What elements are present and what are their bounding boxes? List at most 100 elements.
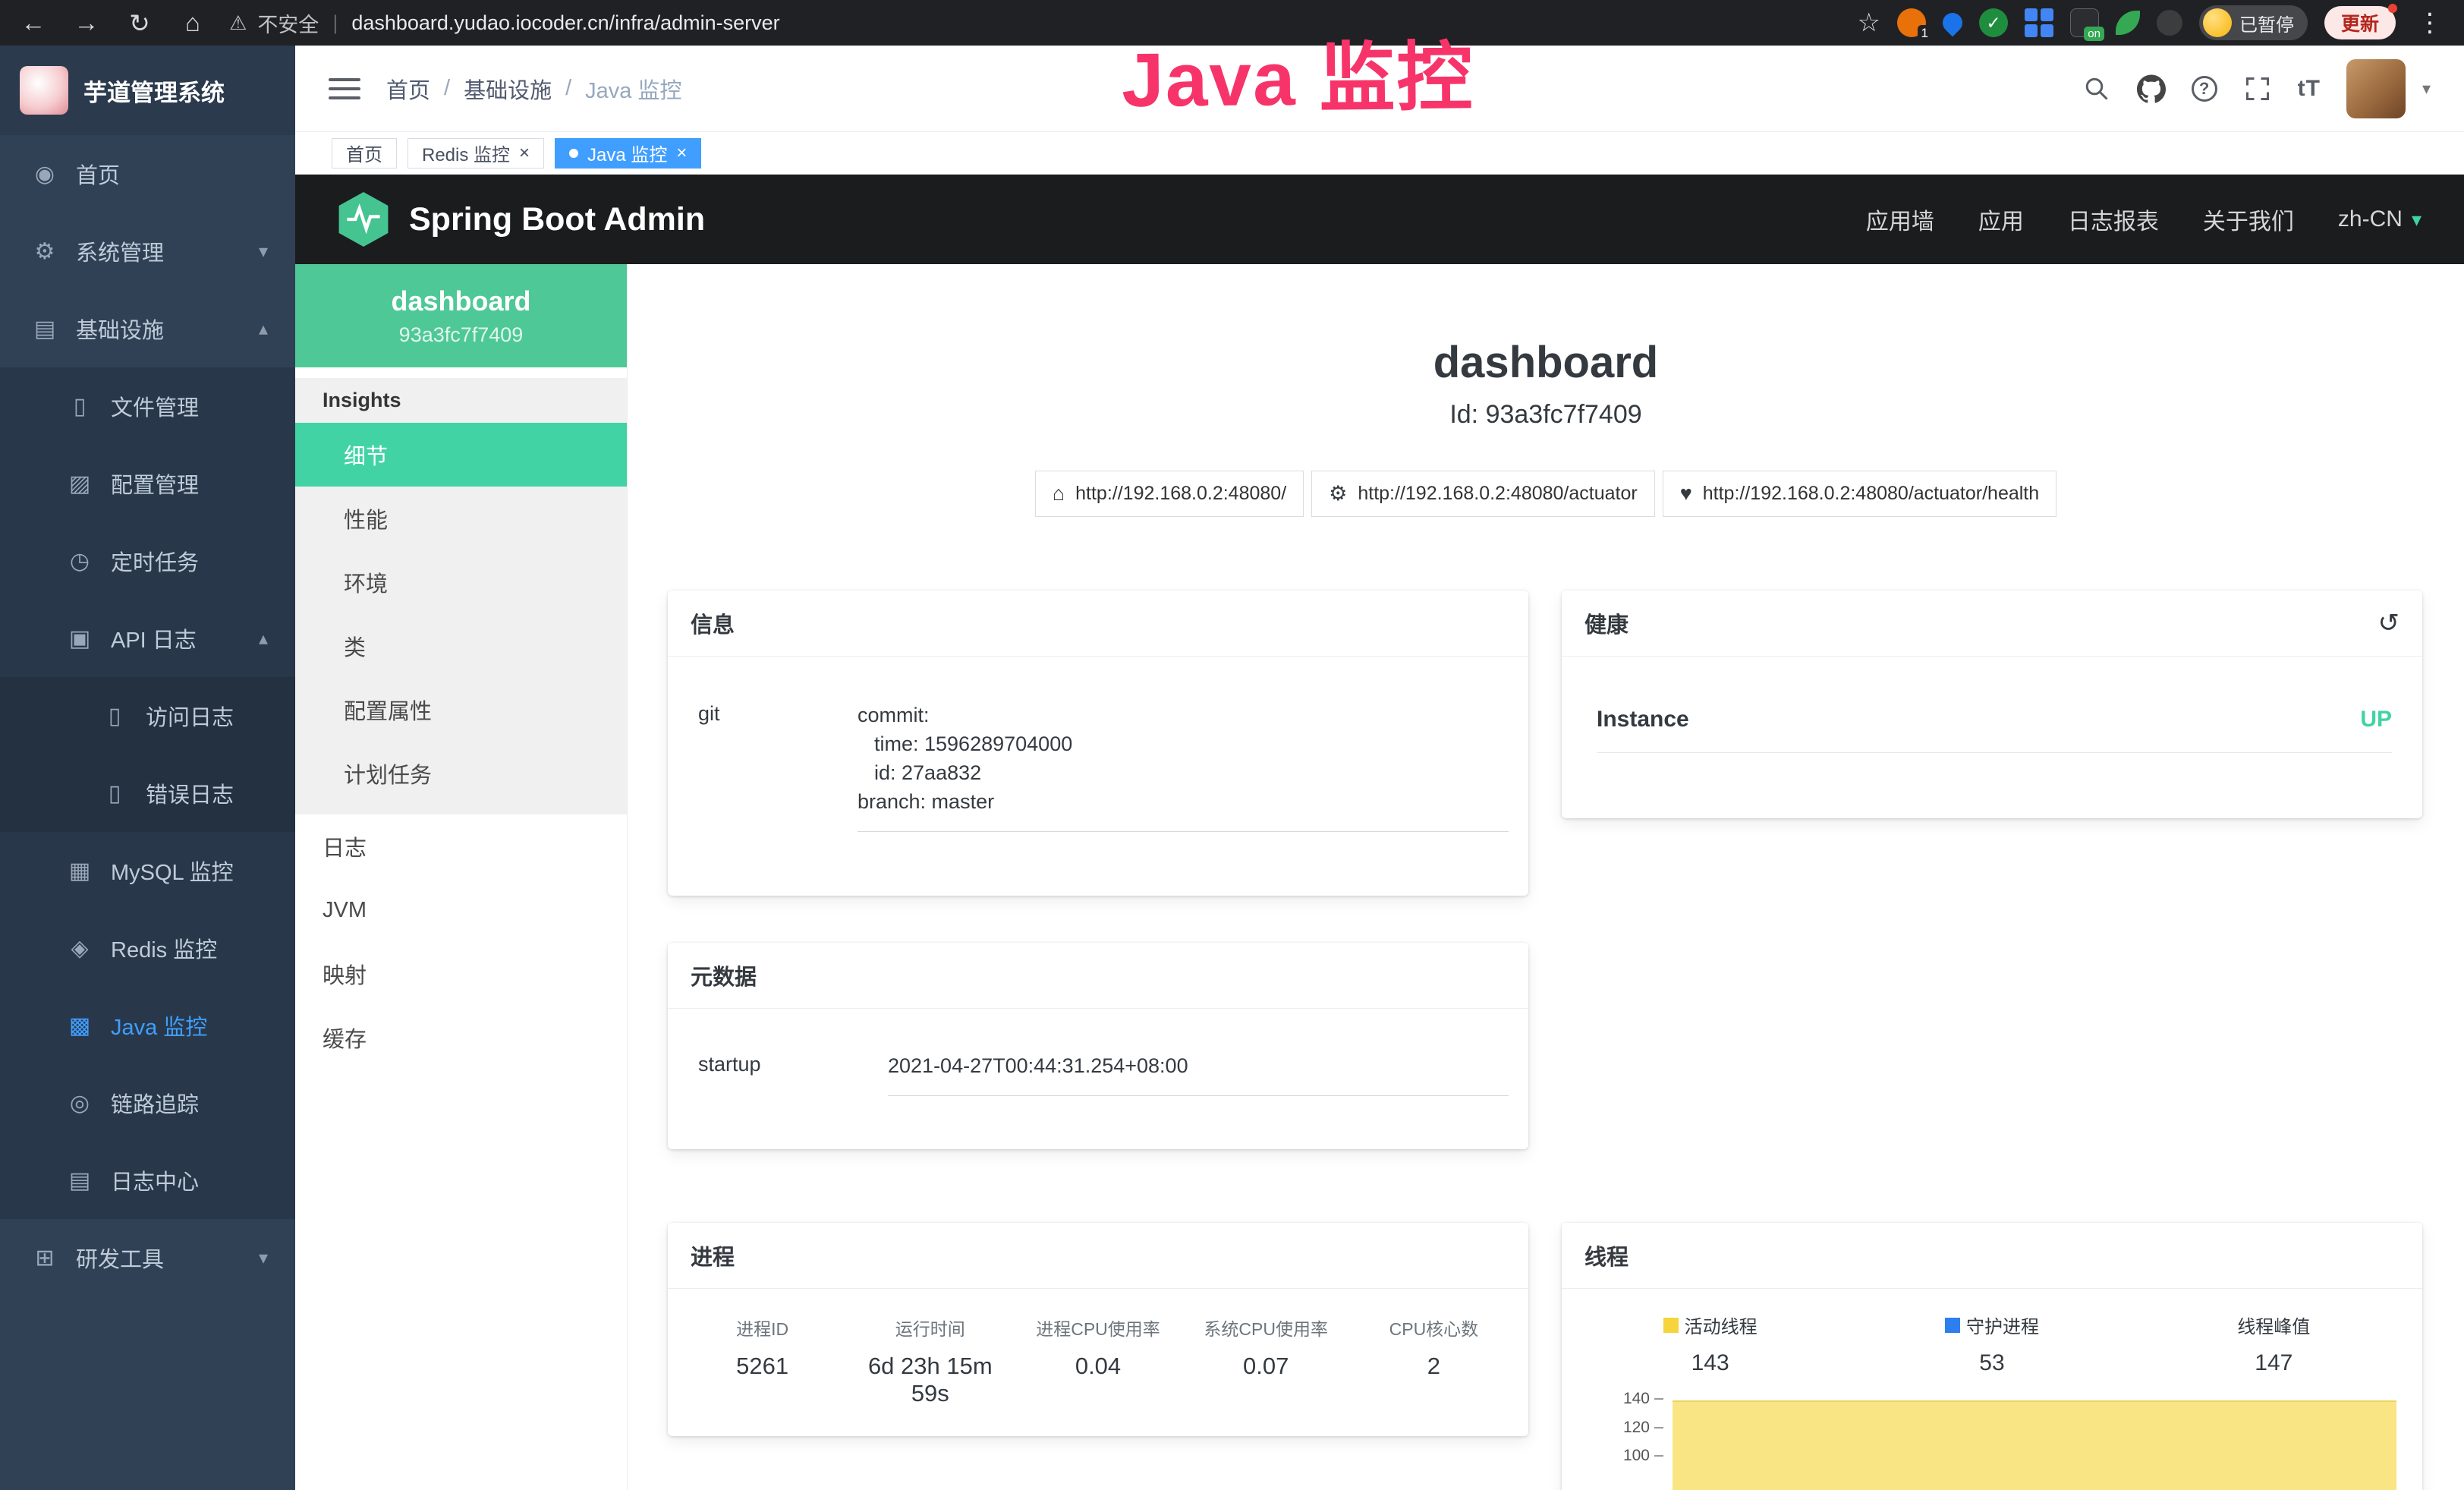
sidebar-item-access-log[interactable]: ▯ 访问日志 [0, 677, 295, 754]
health-url-link[interactable]: ♥ http://192.168.0.2:48080/actuator/heal… [1663, 471, 2056, 517]
refresh-icon[interactable]: ↻ [123, 8, 156, 38]
sba-nav-applications[interactable]: 应用 [1978, 203, 2024, 236]
sba-menu-caches[interactable]: 缓存 [295, 1006, 627, 1069]
log-icon: ▣ [65, 625, 94, 652]
sidebar-item-label: 配置管理 [111, 468, 199, 499]
tags-bar: 首页 Redis 监控 × Java 监控 × [295, 132, 2464, 175]
sidebar-item-api-log[interactable]: ▣ API 日志 ▴ [0, 600, 295, 677]
sidebar-item-trace[interactable]: ◎ 链路追踪 [0, 1064, 295, 1142]
sidebar-item-label: 文件管理 [111, 390, 199, 422]
sba-nav-wallboard[interactable]: 应用墙 [1866, 203, 1934, 236]
update-button[interactable]: 更新 [2324, 6, 2396, 39]
url-text[interactable]: dashboard.yudao.iocoder.cn/infra/admin-s… [351, 11, 779, 35]
sidebar-item-mysql[interactable]: ▦ MySQL 监控 [0, 832, 295, 909]
help-icon[interactable]: ? [2192, 76, 2217, 102]
leaf-extension-icon[interactable] [2116, 11, 2140, 35]
sidebar-item-label: 研发工具 [76, 1242, 164, 1274]
sidebar-item-files[interactable]: ▯ 文件管理 [0, 367, 295, 445]
home-icon: ⌂ [1053, 482, 1065, 506]
pin-extension-icon[interactable] [1939, 9, 1967, 37]
instance-id-subtitle: Id: 93a3fc7f7409 [628, 400, 2464, 430]
sidebar-item-config[interactable]: ▨ 配置管理 [0, 445, 295, 522]
hamburger-icon[interactable] [329, 78, 360, 99]
green-check-extension-icon[interactable]: ✓ [1979, 8, 2008, 37]
sidebar-item-label: API 日志 [111, 622, 197, 654]
search-icon[interactable] [2082, 74, 2111, 103]
breadcrumb-separator: / [565, 76, 571, 101]
home-icon[interactable]: ⌂ [176, 8, 209, 37]
sba-menu-classes[interactable]: 类 [295, 614, 627, 678]
caret-down-icon[interactable]: ▾ [2422, 79, 2431, 99]
history-icon[interactable]: ↺ [2378, 608, 2400, 638]
browser-menu-icon[interactable]: ⋮ [2412, 8, 2447, 38]
sidebar-item-jobs[interactable]: ◷ 定时任务 [0, 522, 295, 600]
locale-label: zh-CN [2338, 206, 2403, 232]
tag-home[interactable]: 首页 [332, 138, 397, 169]
sba-menu-details[interactable]: 细节 [295, 423, 627, 487]
instance-header[interactable]: dashboard 93a3fc7f7409 [295, 264, 627, 367]
sidebar-item-infrastructure[interactable]: ▤ 基础设施 ▴ [0, 290, 295, 367]
breadcrumb-infrastructure[interactable]: 基础设施 [464, 73, 552, 105]
service-url-link[interactable]: ⌂ http://192.168.0.2:48080/ [1035, 471, 1304, 517]
tag-redis-monitor[interactable]: Redis 监控 × [408, 138, 544, 169]
redis-icon: ◈ [65, 935, 94, 962]
close-icon[interactable]: × [676, 144, 687, 162]
sba-menu-environment[interactable]: 环境 [295, 550, 627, 614]
git-commit-line: commit: [858, 701, 1509, 729]
grid-extension-icon[interactable] [2025, 8, 2053, 37]
user-avatar[interactable] [2346, 59, 2406, 118]
sidebar-item-java-monitor[interactable]: ▩ Java 监控 [0, 987, 295, 1064]
doc-icon: ▯ [100, 703, 129, 729]
locale-selector[interactable]: zh-CN ▾ [2338, 206, 2422, 232]
sba-logo-icon [338, 192, 389, 247]
sba-menu-logs[interactable]: 日志 [295, 814, 627, 878]
chevron-down-icon: ▾ [259, 1247, 268, 1269]
bookmark-star-icon[interactable]: ☆ [1858, 8, 1880, 38]
active-dot [569, 149, 578, 158]
header-actions: ? tT ▾ [2082, 59, 2431, 118]
profile-avatar [2203, 8, 2232, 37]
sidebar-item-label: 定时任务 [111, 545, 199, 577]
on-badge: on [2084, 27, 2104, 41]
sba-nav-journal[interactable]: 日志报表 [2068, 203, 2159, 236]
sba-menu-scheduled-tasks[interactable]: 计划任务 [295, 742, 627, 805]
sba-brand[interactable]: Spring Boot Admin [338, 192, 705, 247]
sba-menu-jvm[interactable]: JVM [295, 878, 627, 942]
paw-extension-icon[interactable] [2157, 10, 2182, 36]
sba-menu-performance[interactable]: 性能 [295, 487, 627, 550]
font-size-icon[interactable]: tT [2298, 76, 2321, 102]
sba-menu-config-props[interactable]: 配置属性 [295, 678, 627, 742]
sidebar-item-dev-tools[interactable]: ⊞ 研发工具 ▾ [0, 1219, 295, 1296]
profile-chip[interactable]: 已暂停 [2199, 5, 2308, 40]
back-icon[interactable]: ← [17, 8, 50, 37]
app-logo-row[interactable]: 芋道管理系统 [0, 46, 295, 135]
fox-extension-icon[interactable]: 1 [1897, 8, 1926, 37]
sidebar-item-home[interactable]: ◉ 首页 [0, 135, 295, 213]
close-icon[interactable]: × [519, 144, 530, 162]
sidebar-item-label: 访问日志 [146, 700, 234, 732]
sidebar-item-label: 首页 [76, 158, 120, 190]
process-card: 进程 进程ID 5261 运行时间 6d 23h 15m 59s 进程CPU使用… [668, 1223, 1528, 1436]
tag-java-monitor[interactable]: Java 监控 × [555, 138, 701, 169]
sidebar-item-log-center[interactable]: ▤ 日志中心 [0, 1142, 295, 1219]
security-label[interactable]: 不安全 [257, 8, 319, 38]
update-label: 更新 [2341, 9, 2379, 36]
clock-icon: ◷ [65, 548, 94, 575]
fullscreen-icon[interactable] [2243, 74, 2272, 103]
sba-menu-mappings[interactable]: 映射 [295, 942, 627, 1006]
notification-dot [2388, 4, 2397, 13]
forward-icon[interactable]: → [70, 8, 103, 37]
address-bar[interactable]: ⚠ 不安全 | dashboard.yudao.iocoder.cn/infra… [229, 8, 1838, 38]
sidebar-item-redis[interactable]: ◈ Redis 监控 [0, 909, 295, 987]
git-branch-line: branch: master [858, 787, 1509, 816]
sidebar-item-system[interactable]: ⚙ 系统管理 ▾ [0, 213, 295, 290]
sidebar-item-error-log[interactable]: ▯ 错误日志 [0, 754, 295, 832]
stat-process-cpu: 进程CPU使用率 0.04 [1014, 1315, 1182, 1407]
actuator-url-link[interactable]: ⚙ http://192.168.0.2:48080/actuator [1311, 471, 1655, 517]
sba-nav-about[interactable]: 关于我们 [2203, 203, 2294, 236]
breadcrumb-home[interactable]: 首页 [386, 73, 430, 105]
link-url: http://192.168.0.2:48080/ [1075, 483, 1286, 505]
switch-extension-icon[interactable]: on [2070, 8, 2099, 37]
github-icon[interactable] [2137, 74, 2166, 103]
card-title: 元数据 [691, 959, 757, 991]
